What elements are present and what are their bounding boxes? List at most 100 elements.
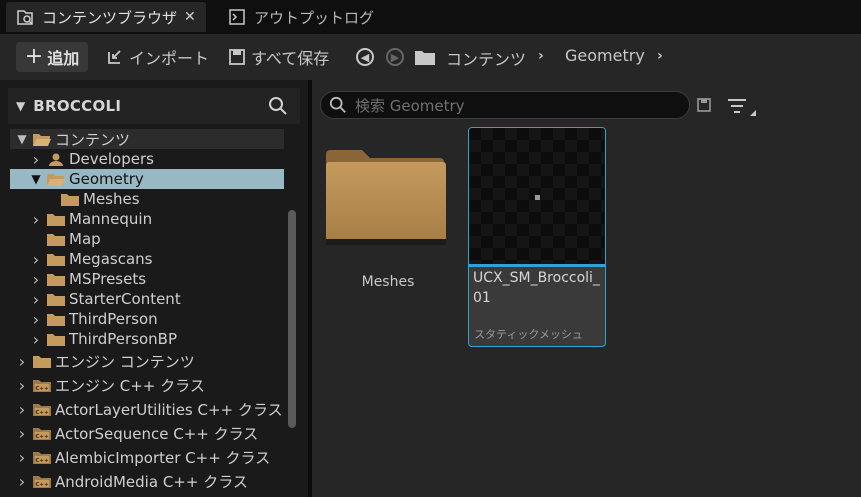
folder-open-icon: [47, 173, 65, 186]
tree-item[interactable]: › エンジン コンテンツ: [10, 351, 284, 371]
folder-icon: [47, 293, 65, 306]
chevron-right-icon[interactable]: ›: [16, 472, 28, 491]
folder-icon: [47, 213, 65, 226]
tree-item[interactable]: › C++ エンジン C++ クラス: [10, 375, 284, 395]
tree-scrollbar[interactable]: [288, 210, 296, 428]
plus-icon: +: [24, 44, 44, 69]
tree-item[interactable]: › C++ ActorLayerUtilities C++ クラス: [10, 399, 284, 419]
close-icon[interactable]: ✕: [184, 9, 196, 25]
filter-icon[interactable]: [726, 96, 758, 118]
folder-icon: [47, 313, 65, 326]
back-arrow-icon[interactable]: ◀: [356, 48, 374, 66]
chevron-right-icon[interactable]: ›: [16, 352, 28, 371]
folder-icon: [47, 253, 65, 266]
chevron-down-icon[interactable]: ▼: [16, 132, 28, 146]
tree-item-label: ThirdPerson: [69, 310, 158, 328]
forward-arrow-icon[interactable]: ▶: [386, 48, 404, 66]
import-icon: [108, 50, 121, 64]
tree-item[interactable]: Map: [10, 229, 284, 249]
tree-item-label: AlembicImporter C++ クラス: [55, 448, 271, 467]
tree-item[interactable]: › ThirdPersonBP: [10, 329, 284, 349]
chevron-right-icon[interactable]: ›: [16, 400, 28, 419]
tree-item[interactable]: › C++ AlembicImporter C++ クラス: [10, 447, 284, 467]
tree-item-label: コンテンツ: [55, 130, 131, 149]
tree-item[interactable]: › ThirdPerson: [10, 309, 284, 329]
tab-label: コンテンツブラウザ: [42, 8, 178, 27]
tree-item-label: Meshes: [83, 190, 140, 208]
tree-item[interactable]: › Megascans: [10, 249, 284, 269]
asset-name: UCX_SM_Broccoli_01: [473, 270, 600, 306]
toolbar: + 追加 インポート すべて保存 ◀ ▶ コンテンツ › Geometry ›: [0, 34, 861, 80]
cpp-folder-icon: C++: [33, 475, 51, 488]
chevron-right-icon[interactable]: ›: [30, 310, 42, 329]
asset-thumbnail: [469, 128, 605, 264]
chevron-right-icon[interactable]: ›: [30, 330, 42, 349]
tree-item[interactable]: › Mannequin: [10, 209, 284, 229]
chevron-right-icon[interactable]: ›: [16, 376, 28, 395]
tree-item-label: MSPresets: [69, 270, 147, 288]
save-all-label: すべて保存: [251, 49, 330, 68]
chevron-right-icon[interactable]: ›: [538, 48, 544, 64]
chevron-right-icon[interactable]: ›: [30, 150, 42, 169]
tree-item[interactable]: Meshes: [10, 189, 284, 209]
project-title: BROCCOLI: [33, 97, 122, 115]
folder-tile-label: Meshes: [361, 274, 415, 290]
tree-item-label: StarterContent: [69, 290, 181, 308]
chevron-right-icon[interactable]: ›: [657, 48, 663, 64]
tree-item-label: Mannequin: [69, 210, 153, 228]
tree-item[interactable]: ▼ コンテンツ: [10, 129, 284, 149]
svg-text:C++: C++: [35, 434, 49, 440]
add-button[interactable]: + 追加: [16, 42, 88, 72]
mesh-preview-dot: [535, 195, 540, 200]
tree-item-label: Developers: [69, 150, 154, 168]
tree-item-label: AndroidMedia C++ クラス: [55, 472, 248, 491]
tree-item-label: エンジン コンテンツ: [55, 352, 195, 371]
asset-tile-ucx-sm-broccoli[interactable]: UCX_SM_Broccoli_01 スタティックメッシュ: [468, 127, 606, 347]
folder-icon: [326, 150, 446, 245]
sources-header[interactable]: ▼ BROCCOLI: [8, 88, 300, 124]
user-icon: [49, 153, 63, 166]
chevron-down-icon[interactable]: ▼: [16, 99, 25, 113]
cpp-folder-icon: C++: [33, 427, 51, 440]
cpp-folder-icon: C++: [33, 379, 51, 392]
tab-content-browser[interactable]: コンテンツブラウザ ✕: [6, 2, 206, 32]
folder-icon: [33, 355, 51, 368]
cpp-folder-icon: C++: [33, 403, 51, 416]
chevron-right-icon[interactable]: ›: [30, 210, 42, 229]
tab-label: アウトプットログ: [254, 8, 375, 27]
cpp-folder-icon: C++: [33, 451, 51, 464]
tree-item-label: ActorLayerUtilities C++ クラス: [55, 400, 283, 419]
asset-search-input[interactable]: 検索 Geometry: [320, 91, 690, 119]
tree-item[interactable]: › C++ AndroidMedia C++ クラス: [10, 471, 284, 491]
tree-item[interactable]: › C++ ActorSequence C++ クラス: [10, 423, 284, 443]
tree-item-label: ActorSequence C++ クラス: [55, 424, 259, 443]
import-button[interactable]: インポート: [106, 46, 209, 68]
folder-tree: ▼ コンテンツ › Developers ▼ Geometry Meshes › Mannequ…: [10, 129, 300, 497]
tab-bar: コンテンツブラウザ ✕ アウトプットログ: [0, 0, 861, 34]
save-all-button[interactable]: すべて保存: [228, 46, 329, 68]
asset-type-label: スタティックメッシュ: [474, 328, 583, 341]
tree-item[interactable]: ▼ Geometry: [10, 169, 284, 189]
sources-panel: ▼ BROCCOLI ▼ コンテンツ › Developers ▼ Geometry Mes…: [0, 80, 308, 497]
chevron-right-icon[interactable]: ›: [30, 290, 42, 309]
tree-item[interactable]: › Developers: [10, 149, 284, 169]
chevron-right-icon[interactable]: ›: [30, 250, 42, 269]
save-search-icon[interactable]: [696, 97, 712, 113]
tree-item-label: Geometry: [69, 170, 144, 188]
chevron-right-icon[interactable]: ›: [16, 448, 28, 467]
svg-text:C++: C++: [35, 482, 49, 488]
folder-icon: [61, 193, 79, 206]
tab-output-log[interactable]: アウトプットログ: [218, 2, 388, 32]
chevron-right-icon[interactable]: ›: [16, 424, 28, 443]
folder-icon: [47, 333, 65, 346]
tree-item[interactable]: › StarterContent: [10, 289, 284, 309]
folder-open-icon: [33, 133, 51, 146]
breadcrumb-geometry[interactable]: Geometry: [565, 46, 645, 65]
svg-text:C++: C++: [35, 410, 49, 416]
search-icon[interactable]: [268, 96, 288, 116]
folder-icon: [47, 233, 65, 246]
chevron-down-icon[interactable]: ▼: [30, 172, 42, 186]
breadcrumb-contents[interactable]: コンテンツ: [446, 46, 526, 70]
tree-item[interactable]: › MSPresets: [10, 269, 284, 289]
chevron-right-icon[interactable]: ›: [30, 270, 42, 289]
